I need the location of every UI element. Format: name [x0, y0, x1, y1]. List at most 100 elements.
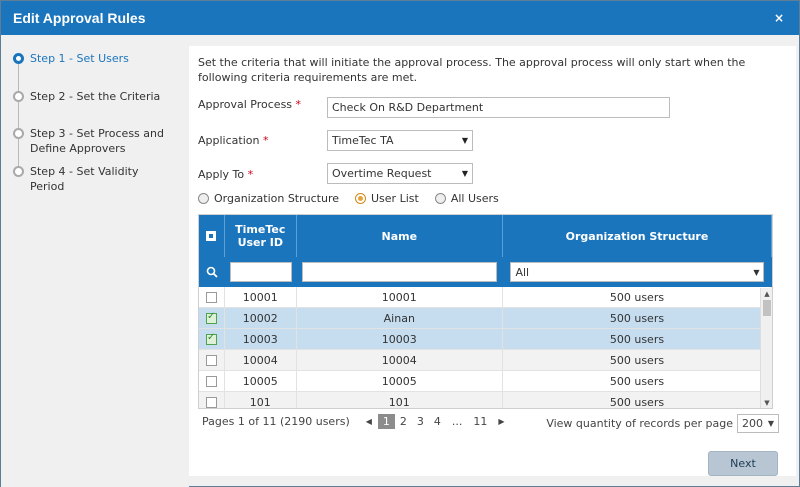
- step-2-label: Step 2 - Set the Criteria: [30, 90, 161, 103]
- next-page-icon[interactable]: ▶: [498, 417, 504, 426]
- cell-org-structure: 500 users: [503, 287, 772, 307]
- row-checkbox[interactable]: [205, 311, 217, 324]
- table-row[interactable]: 10003 10003 500 users: [199, 329, 772, 350]
- grid-vertical-scrollbar[interactable]: ▲ ▼: [760, 288, 772, 408]
- grid-header: TimeTec User ID Name Organization Struct…: [199, 215, 772, 257]
- row-checkbox[interactable]: [205, 375, 217, 387]
- row-select-cell: [199, 350, 225, 370]
- records-per-page-select[interactable]: 200 ▼: [737, 414, 779, 433]
- page-ellipsis: ...: [451, 415, 463, 428]
- row-checkbox[interactable]: [205, 332, 217, 345]
- page-3-link[interactable]: 3: [412, 414, 429, 429]
- approval-process-label: Approval Process *: [198, 98, 302, 111]
- cell-name: 10004: [297, 350, 503, 370]
- apply-to-select-value: Overtime Request: [332, 167, 432, 180]
- user-grid: TimeTec User ID Name Organization Struct…: [198, 214, 773, 409]
- step-4[interactable]: Step 4 - Set Validity Period: [13, 164, 170, 194]
- records-per-page-label: View quantity of records per page: [546, 417, 733, 430]
- records-per-page-value: 200: [742, 417, 763, 430]
- row-select-cell: [199, 371, 225, 391]
- radio-organization-structure[interactable]: Organization Structure: [198, 192, 339, 205]
- row-select-cell: [199, 392, 225, 408]
- step-1[interactable]: Step 1 - Set Users: [13, 51, 170, 66]
- table-row[interactable]: 101 101 500 users: [199, 392, 772, 408]
- application-label: Application *: [198, 134, 269, 147]
- cell-user-id: 10002: [225, 308, 297, 328]
- chevron-down-icon: ▼: [767, 419, 774, 428]
- scroll-down-arrow-icon[interactable]: ▼: [761, 397, 772, 408]
- required-marker: *: [247, 168, 254, 181]
- step-1-active-icon: [13, 53, 24, 64]
- chevron-down-icon: ▼: [461, 169, 468, 178]
- scroll-up-arrow-icon[interactable]: ▲: [761, 288, 772, 300]
- page-last-link[interactable]: 11: [468, 414, 492, 429]
- column-header-user-id[interactable]: TimeTec User ID: [225, 215, 297, 257]
- chevron-down-icon: ▼: [753, 267, 760, 277]
- search-icon: [206, 266, 218, 278]
- table-row[interactable]: 10005 10005 500 users: [199, 371, 772, 392]
- page-4-link[interactable]: 4: [429, 414, 446, 429]
- table-row[interactable]: 10004 10004 500 users: [199, 350, 772, 371]
- radio-all-users[interactable]: All Users: [434, 192, 499, 205]
- row-select-cell: [199, 308, 225, 328]
- filter-org-select-value: All: [515, 265, 530, 279]
- cell-user-id: 10003: [225, 329, 297, 349]
- column-header-name[interactable]: Name: [297, 215, 503, 257]
- step-2[interactable]: Step 2 - Set the Criteria: [13, 89, 170, 104]
- row-checkbox[interactable]: [205, 291, 217, 303]
- approval-process-input[interactable]: Check On R&D Department: [327, 97, 670, 118]
- filter-user-id-cell: [225, 262, 297, 282]
- grid-body: 10001 10001 500 users 10002 Ainan 500 us…: [199, 287, 772, 408]
- cell-org-structure: 500 users: [503, 350, 772, 370]
- step-3[interactable]: Step 3 - Set Process and Define Approver…: [13, 126, 170, 156]
- cell-org-structure: 500 users: [503, 308, 772, 328]
- step-2-icon: [13, 91, 24, 102]
- row-select-cell: [199, 287, 225, 307]
- chevron-down-icon: ▼: [461, 136, 468, 145]
- row-checkbox[interactable]: [205, 396, 217, 408]
- cell-name: 101: [297, 392, 503, 408]
- row-select-cell: [199, 329, 225, 349]
- cell-org-structure: 500 users: [503, 392, 772, 408]
- filter-name-input[interactable]: [302, 262, 498, 282]
- previous-page-icon[interactable]: ◀: [366, 417, 372, 426]
- select-all-cell: [199, 215, 225, 257]
- step-content-panel: Set the criteria that will initiate the …: [189, 46, 796, 476]
- select-all-checkbox[interactable]: [206, 231, 217, 241]
- pagination: Pages 1 of 11 (2190 users) ◀ 1 2 3 4 ...…: [202, 414, 511, 429]
- step-navigation: Step 1 - Set Users Step 2 - Set the Crit…: [1, 35, 189, 487]
- scope-radio-group: Organization Structure User List All Use…: [198, 192, 515, 205]
- filter-org-select[interactable]: All ▼: [510, 262, 765, 282]
- dialog-title: Edit Approval Rules: [13, 10, 146, 26]
- radio-user-list[interactable]: User List: [355, 192, 419, 205]
- step-3-icon: [13, 128, 24, 139]
- apply-to-select[interactable]: Overtime Request ▼: [327, 163, 473, 184]
- filter-org-cell: All ▼: [503, 262, 772, 282]
- cell-user-id: 101: [225, 392, 297, 408]
- records-per-page: View quantity of records per page 200 ▼: [546, 414, 779, 433]
- cell-org-structure: 500 users: [503, 371, 772, 391]
- table-row[interactable]: 10002 Ainan 500 users: [199, 308, 772, 329]
- filter-user-id-input[interactable]: [229, 262, 292, 282]
- table-row[interactable]: 10001 10001 500 users: [199, 287, 772, 308]
- cell-user-id: 10005: [225, 371, 297, 391]
- cell-name: 10001: [297, 287, 503, 307]
- filter-search-cell: [199, 266, 225, 278]
- next-button[interactable]: Next: [708, 451, 778, 476]
- apply-to-label: Apply To *: [198, 168, 254, 181]
- cell-user-id: 10004: [225, 350, 297, 370]
- page-info: Pages 1 of 11 (2190 users): [202, 415, 350, 428]
- scrollbar-thumb[interactable]: [763, 300, 771, 316]
- step-1-label: Step 1 - Set Users: [30, 52, 129, 65]
- edit-approval-rules-dialog: Edit Approval Rules × Step 1 - Set Users…: [0, 0, 800, 487]
- page-2-link[interactable]: 2: [395, 414, 412, 429]
- step-connector-line: [18, 61, 19, 175]
- application-select[interactable]: TimeTec TA ▼: [327, 130, 473, 151]
- page-1-link[interactable]: 1: [377, 414, 395, 429]
- column-header-org-structure[interactable]: Organization Structure: [503, 215, 772, 257]
- cell-name: 10003: [297, 329, 503, 349]
- cell-name: 10005: [297, 371, 503, 391]
- radio-icon: [198, 193, 209, 204]
- close-icon[interactable]: ×: [771, 11, 787, 25]
- row-checkbox[interactable]: [205, 354, 217, 366]
